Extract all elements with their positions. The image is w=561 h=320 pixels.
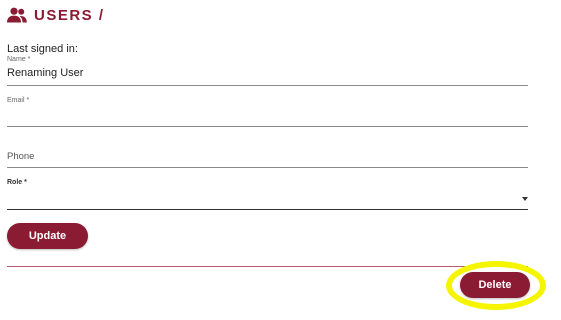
- role-select[interactable]: Role *: [7, 179, 528, 212]
- name-underline: [7, 85, 528, 86]
- name-field-label: Name *: [7, 56, 31, 63]
- email-underline: [7, 126, 528, 127]
- name-field[interactable]: Name *: [7, 56, 528, 88]
- delete-button[interactable]: Delete: [460, 272, 530, 298]
- role-field-label: Role *: [7, 179, 27, 186]
- email-input[interactable]: [7, 107, 507, 119]
- users-icon: [7, 7, 27, 23]
- divider: [7, 266, 528, 267]
- page-header: USERS /: [7, 4, 105, 26]
- email-field-label: Email *: [7, 97, 30, 104]
- phone-field[interactable]: Phone: [7, 148, 528, 170]
- update-button[interactable]: Update: [7, 223, 88, 249]
- email-field[interactable]: Email *: [7, 97, 528, 129]
- phone-placeholder: Phone: [7, 151, 35, 162]
- name-input[interactable]: [7, 67, 507, 79]
- last-signed-in-label: Last signed in:: [7, 43, 78, 55]
- phone-underline: [7, 167, 528, 168]
- role-underline: [7, 209, 528, 210]
- page-title: USERS /: [34, 6, 105, 24]
- chevron-down-icon[interactable]: [522, 197, 528, 201]
